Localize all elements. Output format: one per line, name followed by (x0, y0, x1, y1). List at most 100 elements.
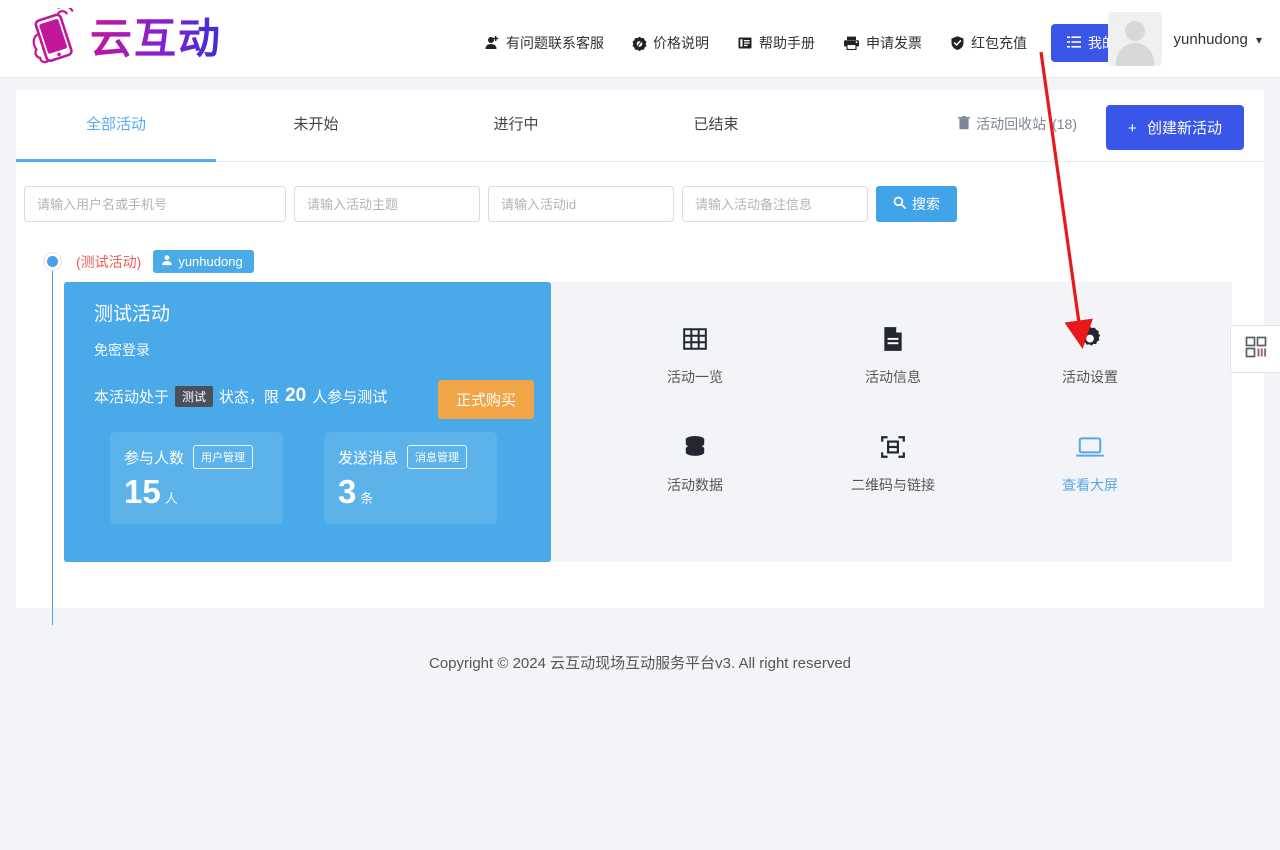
nav-item-help-manual[interactable]: 帮助手册 (723, 33, 829, 53)
stat-header: 参与人数 用户管理 (110, 432, 283, 469)
main-nav: 有问题联系客服 价格说明 帮助手册 申请发票 红包充值 (470, 24, 1160, 62)
owner-badge[interactable]: yunhudong (153, 250, 254, 273)
hand-holding-phone-icon (22, 4, 84, 70)
activity-action-grid: 活动一览 活动信息 活动设置 活动数据 二维码与链接 查看大屏 (551, 282, 1232, 562)
activity-title: 测试活动 (94, 304, 171, 325)
tab-finished[interactable]: 已结束 (616, 90, 816, 161)
search-input-username[interactable] (24, 186, 286, 222)
logo[interactable]: 云互动 (22, 4, 222, 70)
activity-page-panel: 全部活动 未开始 进行中 已结束 活动回收站 (18) + 创建新活动 请输入用… (16, 90, 1264, 625)
create-activity-label: 创建新活动 (1146, 120, 1222, 137)
stat-header: 发送消息 消息管理 (324, 432, 497, 469)
action-label: 活动一览 (667, 369, 723, 385)
owner-name: yunhudong (178, 254, 243, 269)
avatar (1107, 12, 1162, 66)
book-icon (737, 35, 753, 51)
activity-summary-card: 测试活动 免密登录 本活动处于 测试 状态，限 20 人参与测试 正式购买 参与… (64, 282, 551, 562)
status-badge: 测试 (175, 385, 214, 407)
action-view-big-screen[interactable]: 查看大屏 (1030, 430, 1150, 495)
user-menu[interactable]: yunhudong ▾ (1107, 12, 1262, 66)
action-label: 活动数据 (667, 477, 723, 493)
nav-label: 有问题联系客服 (506, 35, 604, 51)
gear-icon (1030, 322, 1150, 356)
nav-label: 红包充值 (971, 35, 1027, 51)
tab-not-started[interactable]: 未开始 (216, 90, 416, 161)
stat-value-wrap: 3 条 (324, 469, 497, 508)
timeline-line (52, 270, 53, 625)
list-icon (1067, 35, 1081, 52)
activity-login-mode: 免密登录 (94, 342, 150, 358)
action-activity-settings[interactable]: 活动设置 (1030, 322, 1150, 387)
status-suffix: 人参与测试 (312, 388, 388, 406)
search-input-topic[interactable] (294, 186, 480, 222)
stat-unit: 条 (360, 491, 374, 506)
database-icon (635, 430, 755, 464)
tab-in-progress[interactable]: 进行中 (416, 90, 616, 161)
apps-grid-icon (1244, 335, 1268, 364)
add-user-icon (484, 35, 500, 51)
price-tag-icon (632, 36, 647, 51)
status-prefix: 本活动处于 (94, 388, 170, 406)
activity-tabs: 全部活动 未开始 进行中 已结束 活动回收站 (18) + 创建新活动 (16, 90, 1264, 162)
avatar-head (1124, 21, 1145, 41)
test-activity-tag: (测试活动) (76, 253, 142, 270)
search-button-label: 搜索 (912, 196, 940, 212)
search-button[interactable]: 搜索 (876, 186, 957, 222)
action-label: 二维码与链接 (851, 477, 935, 493)
grid-icon (635, 322, 755, 356)
nav-item-invoice[interactable]: 申请发票 (829, 33, 936, 53)
stat-value: 15 (124, 473, 161, 510)
logo-text: 云互动 (90, 8, 222, 70)
buy-official-button[interactable]: 正式购买 (438, 380, 535, 419)
avatar-body (1115, 43, 1154, 66)
stat-card-messages: 发送消息 消息管理 3 条 (324, 432, 497, 524)
search-input-activity-id[interactable] (488, 186, 674, 222)
action-qrcode-link[interactable]: 二维码与链接 (833, 430, 953, 495)
user-name: yunhudong ▾ (1173, 30, 1262, 48)
recycle-bin-link[interactable]: 活动回收站 (18) (958, 114, 1077, 134)
status-middle: 状态，限 (219, 388, 280, 406)
recycle-bin-label: 活动回收站 (976, 116, 1047, 132)
side-apps-tab[interactable] (1230, 325, 1280, 373)
create-activity-button[interactable]: + 创建新活动 (1106, 105, 1244, 150)
action-label: 活动信息 (865, 369, 921, 385)
nav-label: 帮助手册 (759, 35, 815, 51)
stat-value-wrap: 15 人 (110, 469, 283, 508)
action-activity-data[interactable]: 活动数据 (635, 430, 755, 495)
action-label: 活动设置 (1062, 369, 1118, 385)
search-input-remark[interactable] (682, 186, 868, 222)
site-header: 云互动 有问题联系客服 价格说明 帮助手册 申请发票 红包充值 yunhudon… (0, 0, 1280, 78)
message-management-button[interactable]: 消息管理 (407, 445, 468, 469)
search-icon (893, 196, 906, 212)
nav-item-pricing[interactable]: 价格说明 (618, 33, 723, 53)
stat-label: 发送消息 (338, 449, 399, 467)
action-activity-overview[interactable]: 活动一览 (635, 322, 755, 387)
stat-value: 3 (338, 473, 357, 510)
printer-icon (843, 35, 860, 51)
action-activity-info[interactable]: 活动信息 (833, 322, 953, 387)
recycle-bin-count: (18) (1052, 116, 1077, 132)
tab-all-activities[interactable]: 全部活动 (16, 90, 216, 162)
user-icon (161, 254, 173, 269)
copyright-text: Copyright © 2024 云互动现场互动服务平台v3. All righ… (428, 655, 851, 672)
plus-icon: + (1128, 120, 1137, 137)
user-management-button[interactable]: 用户管理 (193, 445, 254, 469)
shield-check-icon (950, 35, 965, 51)
nav-label: 价格说明 (653, 35, 709, 51)
stat-label: 参与人数 (124, 449, 185, 467)
nav-label: 申请发票 (866, 35, 922, 51)
document-icon (833, 322, 953, 356)
activity-card: 测试活动 免密登录 本活动处于 测试 状态，限 20 人参与测试 正式购买 参与… (64, 282, 1232, 562)
search-bar: 搜索 (24, 186, 957, 222)
footer: Copyright © 2024 云互动现场互动服务平台v3. All righ… (0, 652, 1280, 673)
nav-item-contact-support[interactable]: 有问题联系客服 (470, 33, 618, 53)
timeline-dot (44, 253, 61, 270)
laptop-screen-icon (1030, 430, 1150, 464)
activity-status-line: 本活动处于 测试 状态，限 20 人参与测试 (94, 385, 387, 407)
chevron-down-icon: ▾ (1255, 32, 1262, 47)
status-limit-number: 20 (285, 385, 307, 406)
qrcode-scan-icon (833, 430, 953, 464)
nav-item-redpacket-recharge[interactable]: 红包充值 (936, 33, 1041, 53)
activity-meta: (测试活动) yunhudong (76, 250, 254, 273)
stat-card-participants: 参与人数 用户管理 15 人 (110, 432, 283, 524)
